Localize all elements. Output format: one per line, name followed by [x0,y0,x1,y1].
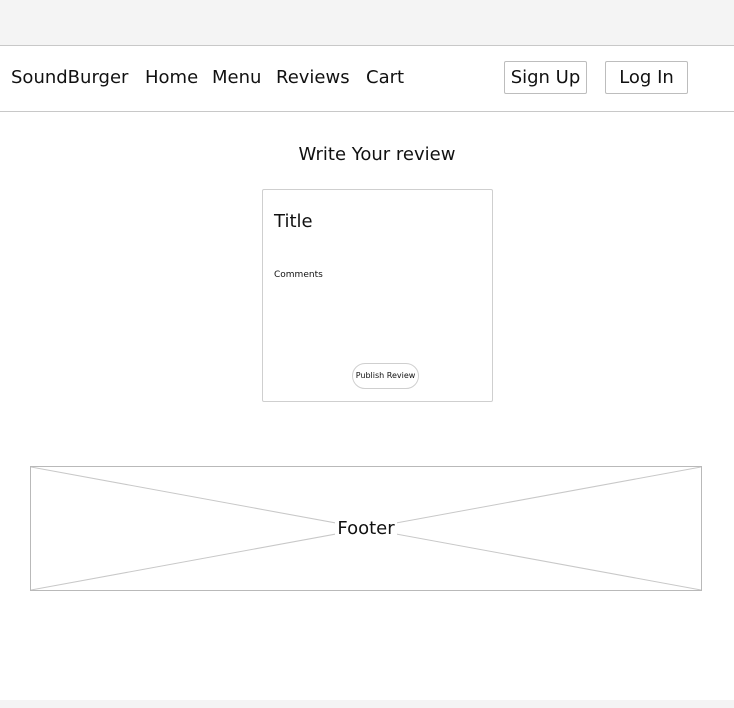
nav-link-reviews[interactable]: Reviews [276,67,350,89]
nav-link-cart[interactable]: Cart [366,67,404,89]
nav-link-menu[interactable]: Menu [212,67,261,89]
publish-review-button[interactable]: Publish Review [352,363,419,389]
footer-placeholder: Footer [30,466,702,591]
nav-link-home[interactable]: Home [145,67,198,89]
comments-field-label[interactable]: Comments [274,270,323,281]
sign-up-button[interactable]: Sign Up [504,61,587,94]
review-form-card: Title Comments Publish Review [262,189,493,402]
title-field-label[interactable]: Title [274,211,313,233]
brand-logo[interactable]: SoundBurger [11,67,128,89]
log-in-button[interactable]: Log In [605,61,688,94]
navbar: SoundBurger Home Menu Reviews Cart Sign … [0,46,734,112]
browser-bottom-strip [0,700,734,708]
footer-label-wrap: Footer [31,518,701,540]
footer-label: Footer [335,518,397,539]
page-title: Write Your review [298,144,456,165]
browser-top-strip [0,0,734,46]
